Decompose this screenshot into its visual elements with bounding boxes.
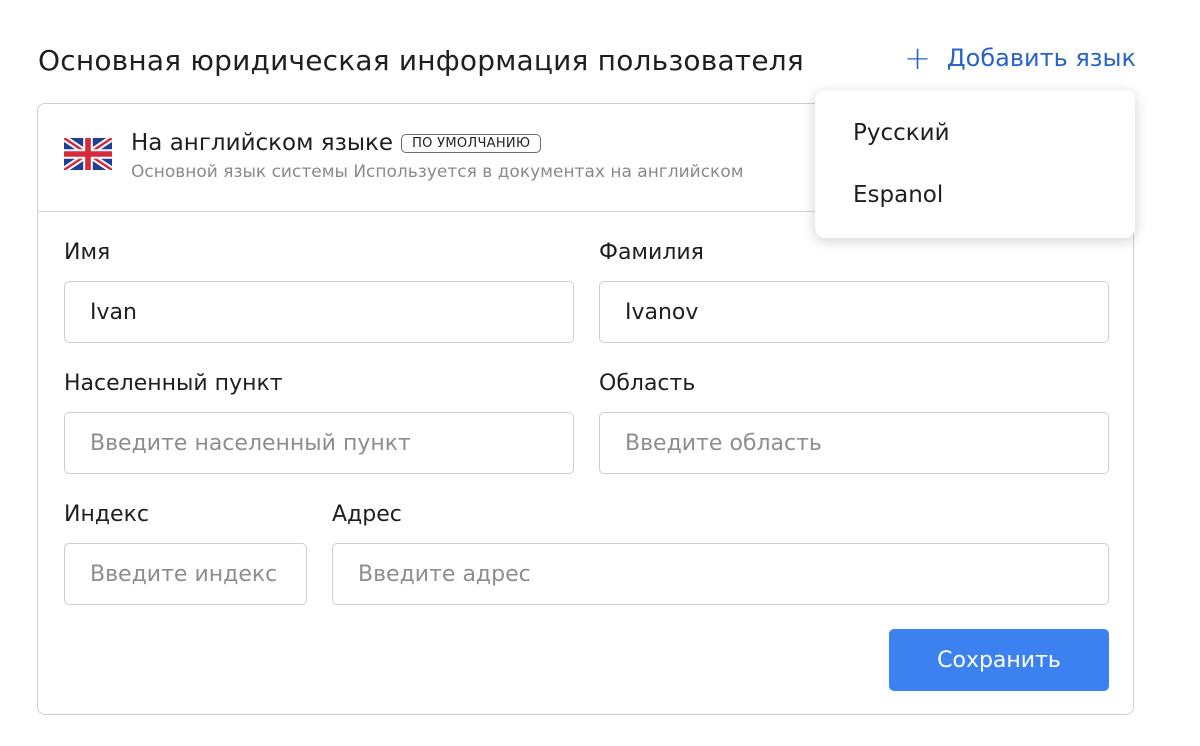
add-language-label[interactable]: Добавить язык xyxy=(947,44,1136,72)
language-dropdown: Русский Espanol xyxy=(815,90,1135,238)
uk-flag-icon xyxy=(64,138,112,170)
language-name-row: На английском языке ПО УМОЛЧАНИЮ xyxy=(131,130,542,156)
language-description: Основной язык системы Используется в док… xyxy=(131,162,744,182)
first-name-input[interactable] xyxy=(64,281,574,343)
region-label: Область xyxy=(599,371,696,396)
add-language-button[interactable]: + Добавить язык xyxy=(904,42,1136,74)
postal-code-input[interactable] xyxy=(64,543,307,605)
postal-code-label: Индекс xyxy=(64,502,149,527)
dropdown-item-espanol[interactable]: Espanol xyxy=(815,178,1135,240)
last-name-input[interactable] xyxy=(599,281,1109,343)
dropdown-item-russian[interactable]: Русский xyxy=(815,116,1135,178)
city-input[interactable] xyxy=(64,412,574,474)
region-input[interactable] xyxy=(599,412,1109,474)
save-button[interactable]: Сохранить xyxy=(889,629,1109,691)
address-input[interactable] xyxy=(332,543,1109,605)
legal-info-page: Основная юридическая информация пользова… xyxy=(0,0,1200,746)
last-name-label: Фамилия xyxy=(599,240,704,265)
plus-icon[interactable]: + xyxy=(904,42,931,74)
first-name-label: Имя xyxy=(64,240,111,265)
default-badge: ПО УМОЛЧАНИЮ xyxy=(401,133,542,153)
page-title: Основная юридическая информация пользова… xyxy=(38,43,804,77)
address-label: Адрес xyxy=(332,502,402,527)
language-title: На английском языке xyxy=(131,130,394,156)
city-label: Населенный пункт xyxy=(64,371,283,396)
section-header: Основная юридическая информация пользова… xyxy=(38,38,1138,82)
